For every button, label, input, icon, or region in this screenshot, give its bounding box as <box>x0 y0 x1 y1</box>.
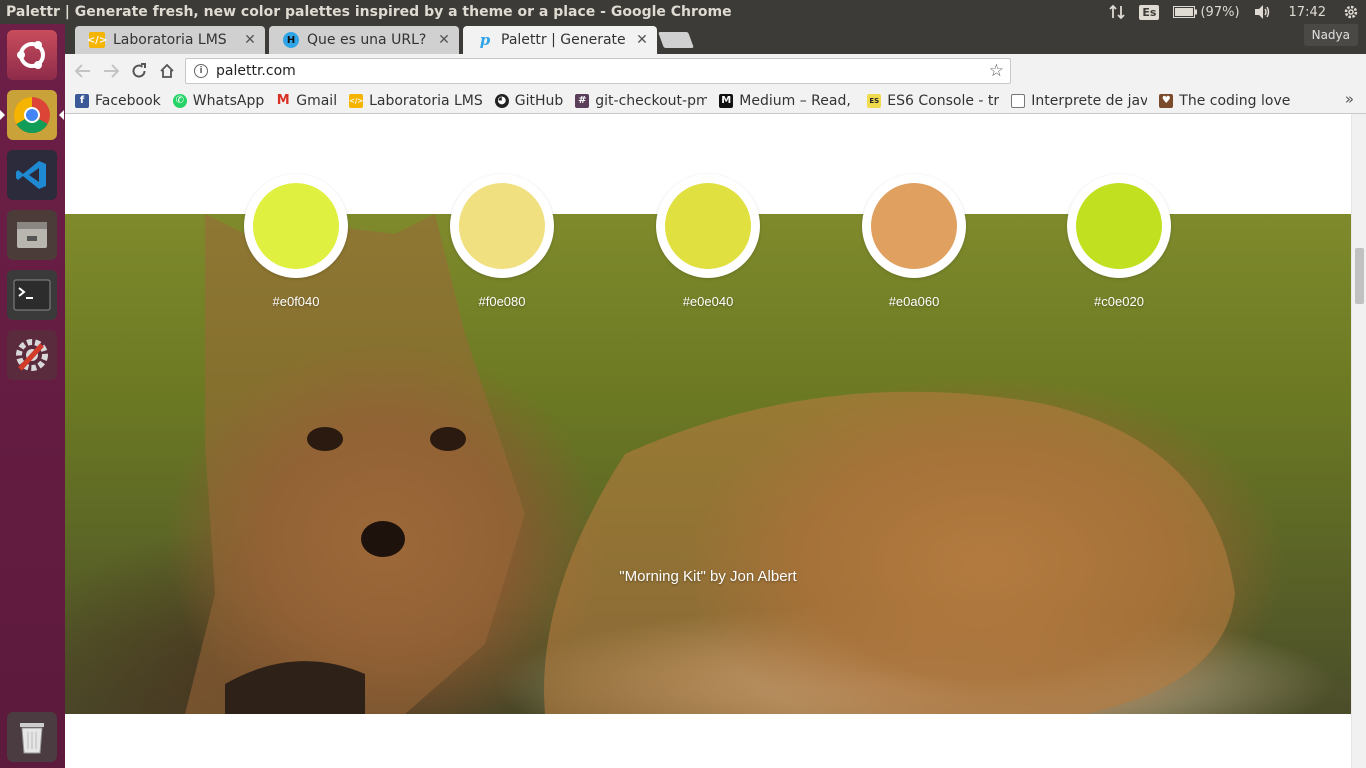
swatch-hex-label: #e0f040 <box>272 294 320 309</box>
new-tab-button[interactable] <box>658 32 694 48</box>
swatch-hex-label: #e0a060 <box>888 294 940 309</box>
network-icon[interactable] <box>1102 0 1132 24</box>
palettr-icon: p <box>479 31 491 49</box>
bookmark-whatsapp[interactable]: ✆ WhatsApp <box>172 93 264 109</box>
volume-icon[interactable] <box>1247 0 1279 24</box>
toolbar: i ☆ M f? <box>65 54 1366 110</box>
swatch-hex-label: #e0e040 <box>682 294 734 309</box>
battery-icon <box>1173 6 1198 18</box>
tab-label: Palettr | Generate f <box>501 32 629 48</box>
bookmarks-overflow-chevron-icon[interactable]: » <box>1345 90 1354 108</box>
tab-label: Que es una URL? <box>307 32 427 48</box>
bookmark-gmail[interactable]: M Gmail <box>276 93 337 109</box>
system-settings-icon[interactable] <box>7 330 57 380</box>
vscode-icon[interactable] <box>7 150 57 200</box>
forward-arrow-icon[interactable] <box>97 57 125 85</box>
color-swatch[interactable]: #c0e020 <box>1067 174 1171 309</box>
home-icon[interactable] <box>153 57 181 85</box>
clock[interactable]: 17:42 <box>1279 0 1336 24</box>
battery-percent: (97%) <box>1200 4 1240 20</box>
color-swatch[interactable]: #e0a060 <box>862 174 966 309</box>
github-icon: ◕ <box>494 93 509 108</box>
color-swatch[interactable]: #e0e040 <box>656 174 760 309</box>
terminal-icon[interactable] <box>7 270 57 320</box>
tab-strip: </> Laboratoria LMS ✕ H Que es una URL? … <box>65 24 1366 54</box>
swatch-ring <box>450 174 554 278</box>
browser-window: </> Laboratoria LMS ✕ H Que es una URL? … <box>65 24 1366 768</box>
ubuntu-dash-icon[interactable] <box>7 30 57 80</box>
launcher <box>0 24 65 768</box>
laboratoria-icon: </> <box>349 93 363 108</box>
keyboard-layout-indicator[interactable]: Es <box>1132 0 1166 24</box>
back-arrow-icon[interactable] <box>69 57 97 85</box>
swatch-hex-label: #c0e020 <box>1094 294 1144 309</box>
bookmark-git-checkout-pm[interactable]: # git-checkout-pm <box>575 93 707 109</box>
laboratoria-icon: </> <box>87 32 107 48</box>
swatch-color <box>459 183 545 269</box>
tab-label: Laboratoria LMS <box>113 32 227 48</box>
swatch-hex-label: #f0e080 <box>478 294 526 309</box>
bookmark-facebook[interactable]: f Facebook <box>75 93 161 109</box>
top-panel: Palettr | Generate fresh, new color pale… <box>0 0 1366 24</box>
close-icon[interactable]: ✕ <box>437 32 451 48</box>
facebook-icon: f <box>75 93 89 108</box>
url-input[interactable] <box>216 63 989 79</box>
swatch-color <box>253 183 339 269</box>
swatch-ring <box>862 174 966 278</box>
bookmark-github[interactable]: ◕ GitHub <box>494 93 563 109</box>
trash-icon[interactable] <box>7 712 57 762</box>
close-icon[interactable]: ✕ <box>635 32 649 48</box>
whatsapp-icon: ✆ <box>172 93 187 108</box>
coding-love-icon: ♥ <box>1159 93 1174 108</box>
system-indicators: Es (97%) 17:42 <box>1102 0 1366 24</box>
site-info-icon[interactable]: i <box>194 64 208 78</box>
bookmark-interprete-javascript[interactable]: Interprete de java <box>1011 93 1147 109</box>
swatch-color <box>665 183 751 269</box>
swatch-ring <box>244 174 348 278</box>
hash-icon: # <box>575 93 590 108</box>
profile-button[interactable]: Nadya <box>1303 24 1358 46</box>
swatch-color <box>871 183 957 269</box>
tab-palettr[interactable]: p Palettr | Generate f ✕ <box>463 26 657 54</box>
bookmark-es6-console[interactable]: ES ES6 Console - try <box>867 93 999 109</box>
reload-icon[interactable] <box>125 57 153 85</box>
window-title: Palettr | Generate fresh, new color pale… <box>6 4 732 20</box>
bookmarks-bar: f Facebook ✆ WhatsApp M Gmail </> Labora… <box>65 88 1366 114</box>
swatch-color <box>1076 183 1162 269</box>
photo-credit: "Morning Kit" by Jon Albert <box>619 568 797 585</box>
bookmark-medium[interactable]: M Medium – Read, v <box>719 93 855 109</box>
settings-gear-icon[interactable] <box>1336 0 1366 24</box>
page-scrollbar[interactable] <box>1351 114 1366 768</box>
color-swatch[interactable]: #f0e080 <box>450 174 554 309</box>
close-icon[interactable]: ✕ <box>243 32 257 48</box>
document-icon <box>1011 93 1026 108</box>
tab-laboratoria[interactable]: </> Laboratoria LMS ✕ <box>75 26 265 54</box>
address-bar[interactable]: i ☆ <box>185 58 1011 84</box>
gmail-icon: M <box>276 93 290 108</box>
es6-icon: ES <box>867 93 882 108</box>
page-content: "Morning Kit" by Jon Albert #e0f040 #f0e… <box>65 114 1351 768</box>
files-icon[interactable] <box>7 210 57 260</box>
swatch-ring <box>1067 174 1171 278</box>
bookmark-the-coding-love[interactable]: ♥ The coding love <box>1159 93 1290 109</box>
hostinger-icon: H <box>283 32 299 48</box>
color-swatch[interactable]: #e0f040 <box>244 174 348 309</box>
bookmark-laboratoria[interactable]: </> Laboratoria LMS <box>349 93 483 109</box>
battery-indicator[interactable]: (97%) <box>1166 0 1246 24</box>
medium-icon: M <box>719 93 734 108</box>
scrollbar-thumb[interactable] <box>1355 248 1364 304</box>
bookmark-star-icon[interactable]: ☆ <box>989 61 1004 81</box>
chrome-icon[interactable] <box>0 90 64 140</box>
tab-que-es-una-url[interactable]: H Que es una URL? ✕ <box>269 26 459 54</box>
swatch-ring <box>656 174 760 278</box>
keyboard-layout-label: Es <box>1139 4 1160 20</box>
